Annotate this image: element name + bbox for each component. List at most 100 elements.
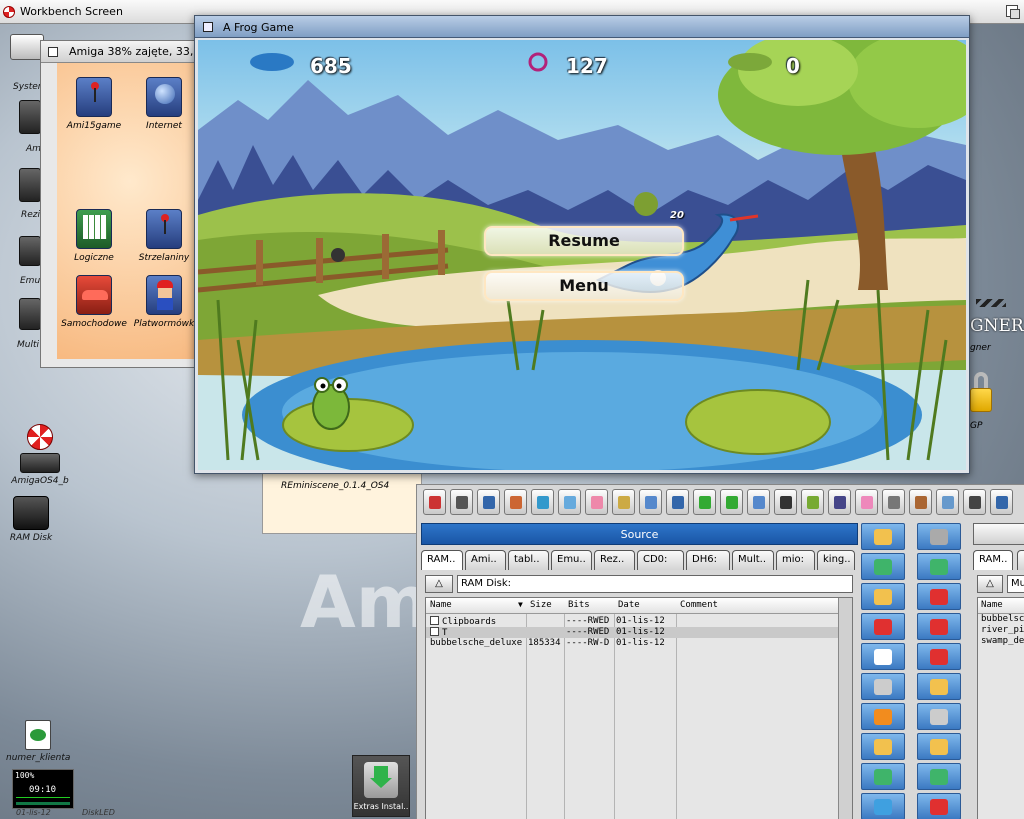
source-tab[interactable]: Rez.. [594,550,635,570]
screen-depth-gadget-icon[interactable] [1006,5,1020,19]
delete-icon[interactable] [861,613,905,640]
toolbar-button-icon[interactable] [558,489,581,515]
toolbar-button-icon[interactable] [693,489,716,515]
close-icon[interactable] [917,583,961,610]
toolbar-button-icon[interactable] [720,489,743,515]
toolbar-button-icon[interactable] [801,489,824,515]
toolbar-button-icon[interactable] [504,489,527,515]
edit-icon[interactable] [917,673,961,700]
dest-path-field[interactable]: Mu [1007,575,1024,593]
toolbar-button-icon[interactable] [666,489,689,515]
reminiscene-window[interactable]: REminiscene_0.1.4_OS4 [262,470,422,534]
trash-icon[interactable] [917,613,961,640]
source-tab[interactable]: Emu.. [551,550,592,570]
toolbar-button-icon[interactable] [612,489,635,515]
desktop-icon-multi[interactable]: Multi [17,298,42,350]
source-path-field[interactable]: RAM Disk: [457,575,853,593]
resume-button[interactable]: Resume [484,226,684,256]
print-icon[interactable] [861,673,905,700]
table-row[interactable]: T ----RWED 01-lis-12 [426,627,838,638]
toolbar-button-icon[interactable] [882,489,905,515]
col-date[interactable]: Date [618,600,640,610]
game-title-bar[interactable]: A Frog Game [195,16,969,38]
desktop-icon-numer-klienta[interactable]: numer_klienta [6,720,70,763]
toolbar-button-icon[interactable] [423,489,446,515]
source-tab[interactable]: DH6: [686,550,730,570]
archive-icon[interactable] [861,733,905,760]
toolbar-button-icon[interactable] [450,489,473,515]
arrow-left-icon[interactable] [861,763,905,790]
desktop-icon-system[interactable]: System [10,34,47,92]
extras-install-icon[interactable]: Extras Instal.. [352,755,410,817]
drawer-icon-samochodowe[interactable]: Samochodowe [57,275,131,329]
dest-file-list[interactable]: Name bubbelsch river_pi swamp_de [977,597,1024,819]
close-icon[interactable] [48,47,58,57]
desktop-icon-ram-disk[interactable]: RAM Disk [8,496,54,543]
tools-icon[interactable] [917,523,961,550]
stop-icon[interactable] [917,643,961,670]
parent-dir-button[interactable]: △ [425,575,453,593]
lock-icon[interactable] [970,372,992,414]
source-file-list[interactable]: Name ▼ Size Bits Date Comment Clipboards… [425,597,853,819]
exit-icon[interactable] [917,793,961,819]
toolbar-button-icon[interactable] [747,489,770,515]
source-tab[interactable]: Mult.. [732,550,774,570]
dest-row[interactable]: bubbelsch [978,614,1024,625]
source-tab[interactable]: tabl.. [508,550,549,570]
toolbar-button-icon[interactable] [531,489,554,515]
row-checkbox[interactable] [430,627,439,636]
drawer-icon-internet[interactable]: Internet [127,77,201,131]
toolbar-button-icon[interactable] [909,489,932,515]
source-tab[interactable]: CD0: [637,550,684,570]
warning-icon[interactable] [861,583,905,610]
arrow-right-icon[interactable] [917,763,961,790]
toolbar-button-icon[interactable] [639,489,662,515]
info-icon[interactable] [861,703,905,730]
drawer-icon-ami15game[interactable]: Ami15game [57,77,131,131]
file-list-scrollbar[interactable] [838,598,852,819]
toolbar-button-icon[interactable] [990,489,1013,515]
desktop-icon-rezi[interactable]: Rezi [18,168,42,220]
desktop-icon-ami[interactable]: Ami [18,100,43,154]
frog-game-window[interactable]: A Frog Game 685 127 0 20 Resume Menu [194,15,970,474]
source-tab[interactable]: RAM.. [421,550,463,570]
menu-button[interactable]: Menu [484,271,684,301]
dest-col-name[interactable]: Name [978,598,1024,614]
drawer-icon-strzelaniny[interactable]: Strzelaniny [127,209,201,263]
toolbar-button-icon[interactable] [774,489,797,515]
toolbar-button-icon[interactable] [828,489,851,515]
source-tab[interactable]: Ami.. [465,550,506,570]
folder-icon[interactable] [861,523,905,550]
list-icon[interactable] [917,733,961,760]
desktop-icon-amigaos4[interactable]: AmigaOS4_b [8,424,72,486]
copy-icon[interactable] [861,553,905,580]
col-bits[interactable]: Bits [568,600,590,610]
help-icon[interactable] [861,793,905,819]
col-comment[interactable]: Comment [680,600,718,610]
source-tab[interactable]: mio: [776,550,815,570]
source-tab[interactable]: king.. [817,550,855,570]
dest-row[interactable]: swamp_de [978,636,1024,647]
close-icon[interactable] [203,22,213,32]
desktop-icon-emu[interactable]: Emu [18,236,42,286]
toolbar-button-icon[interactable] [585,489,608,515]
dest-row[interactable]: river_pi [978,625,1024,636]
table-row[interactable]: bubbelsche_deluxe 185334 ----RW-D 01-lis-12 [426,638,838,649]
dest-tab-ram[interactable]: RAM.. [973,550,1014,570]
dest-parent-dir-button[interactable]: △ [977,575,1003,593]
toolbar-button-icon[interactable] [855,489,878,515]
col-size[interactable]: Size [530,600,552,610]
dest-tab-more[interactable] [1017,550,1024,570]
search-icon[interactable] [917,703,961,730]
game-scene[interactable]: 685 127 0 20 Resume Menu [198,40,966,470]
amiga-logo-icon[interactable] [3,6,15,18]
cpu-clock-widget[interactable]: 100% 09:10 [12,769,74,809]
pointer-icon[interactable] [861,643,905,670]
toolbar-button-icon[interactable] [963,489,986,515]
drawer-icon-logiczne[interactable]: Logiczne [57,209,131,263]
copy-icon[interactable] [917,553,961,580]
drawer-icon-platwormowk[interactable]: Platwormówk [127,275,201,329]
toolbar-button-icon[interactable] [477,489,500,515]
row-checkbox[interactable] [430,616,439,625]
col-name[interactable]: Name [430,600,452,610]
